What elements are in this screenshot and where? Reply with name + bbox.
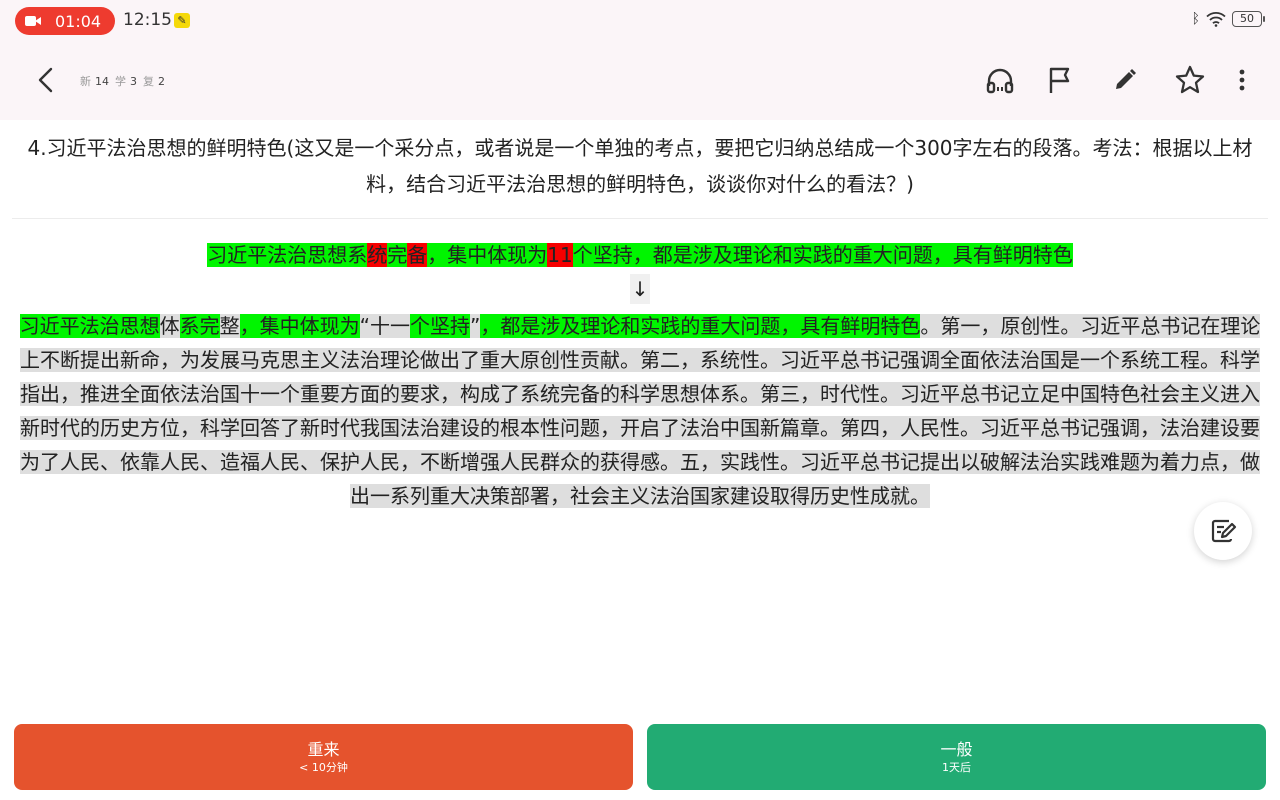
- star-icon: [1175, 65, 1205, 94]
- app-bar: 新 14 学3 复2: [0, 40, 1280, 120]
- more-options-button[interactable]: [1226, 64, 1258, 96]
- typed-match: ，集中体现为: [427, 243, 548, 267]
- flag-icon: [1049, 67, 1070, 93]
- recording-time: 01:04: [55, 11, 102, 31]
- typed-match: 个坚持，都是涉及理论和实践的重大问题，具有鲜明特色: [572, 243, 1073, 267]
- correct-missed: 整: [219, 314, 240, 338]
- count-new: 新 14: [80, 75, 109, 88]
- favorite-button[interactable]: [1174, 64, 1206, 96]
- again-button[interactable]: 重来 < 10分钟: [14, 724, 633, 790]
- system-icons: ᛒ 50: [1191, 11, 1265, 27]
- again-button-interval: < 10分钟: [299, 761, 348, 774]
- correct-match: ，集中体现为: [239, 314, 360, 338]
- pencil-icon: [1116, 69, 1136, 89]
- bluetooth-icon: ᛒ: [1191, 11, 1200, 27]
- flag-button[interactable]: [1044, 64, 1076, 96]
- correct-match: 习近平法治思想: [19, 314, 160, 338]
- correct-answer: 习近平法治思想体系完整，集中体现为“十一个坚持”，都是涉及理论和实践的重大问题，…: [12, 309, 1268, 513]
- back-icon: [38, 67, 53, 93]
- note-edit-fab[interactable]: [1194, 502, 1252, 560]
- correct-match: 系完: [179, 314, 220, 338]
- wifi-icon: [1206, 12, 1226, 27]
- correct-missed: 体: [159, 314, 180, 338]
- typed-match: 完: [387, 243, 408, 267]
- typed-mismatch: 11: [547, 243, 573, 267]
- status-clock: 12:15: [123, 10, 172, 30]
- correct-match: ，都是涉及理论和实践的重大问题，具有鲜明特色: [480, 314, 921, 338]
- correct-missed: “十一: [359, 314, 410, 338]
- correct-missed: ”: [470, 314, 481, 338]
- status-bar: 01:04 12:15 ✎ ᛒ 50: [0, 0, 1280, 40]
- screen-recording-indicator[interactable]: 01:04: [15, 7, 115, 35]
- more-icon: [1239, 69, 1245, 91]
- correct-missed: 。第一，原创性。习近平总书记在理论上不断提出新命，为发展马克思主义法治理论做出了…: [20, 314, 1261, 508]
- card-counts: 新 14 学3 复2: [80, 73, 165, 89]
- good-button-label: 一般: [940, 740, 973, 759]
- count-review: 复2: [143, 75, 165, 88]
- typed-mismatch: 备: [407, 243, 428, 267]
- typed-answer-comparison: 习近平法治思想系统完备，集中体现为11个坚持，都是涉及理论和实践的重大问题，具有…: [0, 240, 1280, 270]
- typed-mismatch: 统: [367, 243, 388, 267]
- headphones-icon: [986, 68, 1014, 94]
- back-button[interactable]: [28, 62, 64, 98]
- battery-indicator: 50: [1232, 11, 1265, 27]
- comparison-arrow: ↓: [630, 274, 650, 304]
- audio-button[interactable]: [984, 64, 1016, 96]
- edit-button[interactable]: [1109, 64, 1141, 96]
- note-notification-icon: ✎: [174, 13, 190, 28]
- correct-match: 个坚持: [410, 314, 470, 338]
- card-question: 4.习近平法治思想的鲜明特色(这又是一个采分点，或者说是一个单独的考点，要把它归…: [27, 136, 1253, 196]
- edit-note-icon: [1211, 519, 1237, 543]
- video-camera-icon: [25, 15, 41, 27]
- question-answer-divider: [12, 218, 1268, 219]
- again-button-label: 重来: [307, 740, 340, 759]
- typed-match: 习近平法治思想系: [207, 243, 368, 267]
- good-button-interval: 1天后: [942, 761, 971, 774]
- count-learn: 学3: [115, 75, 137, 88]
- good-button[interactable]: 一般 1天后: [647, 724, 1266, 790]
